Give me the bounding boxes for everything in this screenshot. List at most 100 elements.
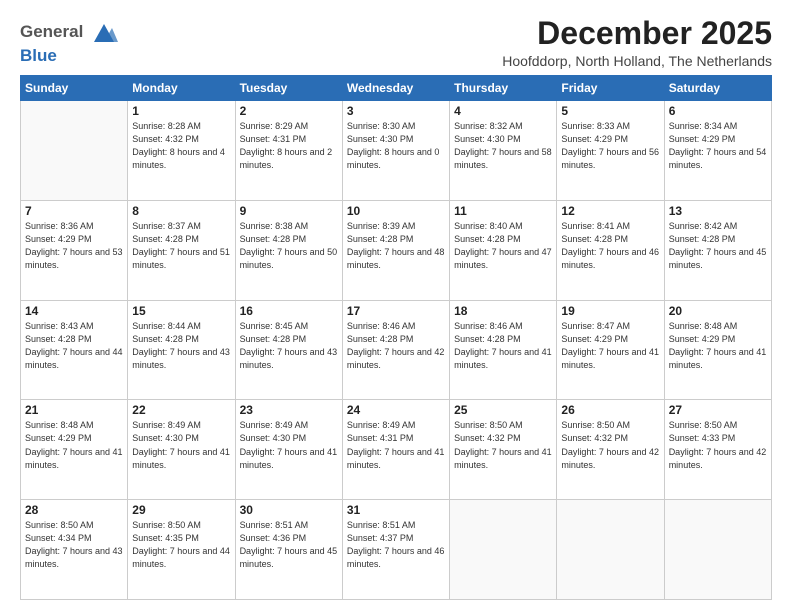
day-number: 21 xyxy=(25,403,123,417)
calendar-cell: 8 Sunrise: 8:37 AMSunset: 4:28 PMDaylight… xyxy=(128,200,235,300)
day-detail: Sunrise: 8:29 AMSunset: 4:31 PMDaylight:… xyxy=(240,120,338,172)
day-number: 13 xyxy=(669,204,767,218)
calendar-cell: 27 Sunrise: 8:50 AMSunset: 4:33 PMDayligh… xyxy=(664,400,771,500)
day-number: 1 xyxy=(132,104,230,118)
calendar-cell: 11 Sunrise: 8:40 AMSunset: 4:28 PMDayligh… xyxy=(450,200,557,300)
day-number: 22 xyxy=(132,403,230,417)
day-detail: Sunrise: 8:33 AMSunset: 4:29 PMDaylight:… xyxy=(561,120,659,172)
day-detail: Sunrise: 8:44 AMSunset: 4:28 PMDaylight:… xyxy=(132,320,230,372)
day-number: 18 xyxy=(454,304,552,318)
logo-icon xyxy=(90,18,118,46)
calendar-week-row: 7 Sunrise: 8:36 AMSunset: 4:29 PMDaylight… xyxy=(21,200,772,300)
day-number: 23 xyxy=(240,403,338,417)
calendar-cell: 18 Sunrise: 8:46 AMSunset: 4:28 PMDayligh… xyxy=(450,300,557,400)
calendar-cell: 21 Sunrise: 8:48 AMSunset: 4:29 PMDayligh… xyxy=(21,400,128,500)
calendar-cell: 30Sunrise: 8:51 AMSunset: 4:36 PMDayligh… xyxy=(235,500,342,600)
day-detail: Sunrise: 8:45 AMSunset: 4:28 PMDaylight:… xyxy=(240,320,338,372)
logo: General Blue xyxy=(20,20,118,66)
day-detail: Sunrise: 8:50 AMSunset: 4:35 PMDaylight:… xyxy=(132,519,230,571)
calendar-cell: 10 Sunrise: 8:39 AMSunset: 4:28 PMDayligh… xyxy=(342,200,449,300)
header: General Blue December 2025 Hoofddorp, No… xyxy=(20,16,772,69)
day-number: 12 xyxy=(561,204,659,218)
day-detail: Sunrise: 8:30 AMSunset: 4:30 PMDaylight:… xyxy=(347,120,445,172)
day-detail: Sunrise: 8:36 AMSunset: 4:29 PMDaylight:… xyxy=(25,220,123,272)
calendar-cell: 15 Sunrise: 8:44 AMSunset: 4:28 PMDayligh… xyxy=(128,300,235,400)
calendar-cell: 25 Sunrise: 8:50 AMSunset: 4:32 PMDayligh… xyxy=(450,400,557,500)
day-number: 15 xyxy=(132,304,230,318)
header-saturday: Saturday xyxy=(664,76,771,101)
calendar-cell: 9 Sunrise: 8:38 AMSunset: 4:28 PMDaylight… xyxy=(235,200,342,300)
calendar-cell: 17Sunrise: 8:46 AMSunset: 4:28 PMDayligh… xyxy=(342,300,449,400)
calendar-cell: 4 Sunrise: 8:32 AMSunset: 4:30 PMDaylight… xyxy=(450,101,557,201)
calendar-cell: 1 Sunrise: 8:28 AMSunset: 4:32 PMDaylight… xyxy=(128,101,235,201)
calendar-cell: 12 Sunrise: 8:41 AMSunset: 4:28 PMDayligh… xyxy=(557,200,664,300)
day-detail: Sunrise: 8:50 AMSunset: 4:34 PMDaylight:… xyxy=(25,519,123,571)
calendar-cell: 2 Sunrise: 8:29 AMSunset: 4:31 PMDaylight… xyxy=(235,101,342,201)
calendar-cell: 20 Sunrise: 8:48 AMSunset: 4:29 PMDayligh… xyxy=(664,300,771,400)
day-detail: Sunrise: 8:40 AMSunset: 4:28 PMDaylight:… xyxy=(454,220,552,272)
calendar-cell xyxy=(557,500,664,600)
day-detail: Sunrise: 8:49 AMSunset: 4:30 PMDaylight:… xyxy=(132,419,230,471)
calendar-cell: 13 Sunrise: 8:42 AMSunset: 4:28 PMDayligh… xyxy=(664,200,771,300)
calendar-header-row: Sunday Monday Tuesday Wednesday Thursday… xyxy=(21,76,772,101)
header-monday: Monday xyxy=(128,76,235,101)
day-detail: Sunrise: 8:50 AMSunset: 4:32 PMDaylight:… xyxy=(454,419,552,471)
day-number: 27 xyxy=(669,403,767,417)
day-number: 19 xyxy=(561,304,659,318)
day-number: 14 xyxy=(25,304,123,318)
day-detail: Sunrise: 8:46 AMSunset: 4:28 PMDaylight:… xyxy=(454,320,552,372)
day-detail: Sunrise: 8:34 AMSunset: 4:29 PMDaylight:… xyxy=(669,120,767,172)
day-detail: Sunrise: 8:50 AMSunset: 4:33 PMDaylight:… xyxy=(669,419,767,471)
day-detail: Sunrise: 8:42 AMSunset: 4:28 PMDaylight:… xyxy=(669,220,767,272)
day-detail: Sunrise: 8:32 AMSunset: 4:30 PMDaylight:… xyxy=(454,120,552,172)
day-number: 7 xyxy=(25,204,123,218)
day-detail: Sunrise: 8:37 AMSunset: 4:28 PMDaylight:… xyxy=(132,220,230,272)
calendar-cell: 6Sunrise: 8:34 AMSunset: 4:29 PMDaylight… xyxy=(664,101,771,201)
calendar-cell: 16 Sunrise: 8:45 AMSunset: 4:28 PMDayligh… xyxy=(235,300,342,400)
header-tuesday: Tuesday xyxy=(235,76,342,101)
day-detail: Sunrise: 8:47 AMSunset: 4:29 PMDaylight:… xyxy=(561,320,659,372)
day-number: 11 xyxy=(454,204,552,218)
day-number: 10 xyxy=(347,204,445,218)
day-detail: Sunrise: 8:38 AMSunset: 4:28 PMDaylight:… xyxy=(240,220,338,272)
calendar-cell: 19 Sunrise: 8:47 AMSunset: 4:29 PMDayligh… xyxy=(557,300,664,400)
day-detail: Sunrise: 8:43 AMSunset: 4:28 PMDaylight:… xyxy=(25,320,123,372)
logo-blue-text: Blue xyxy=(20,46,57,65)
calendar-cell xyxy=(450,500,557,600)
day-number: 20 xyxy=(669,304,767,318)
calendar-week-row: 1 Sunrise: 8:28 AMSunset: 4:32 PMDaylight… xyxy=(21,101,772,201)
main-title: December 2025 xyxy=(502,16,772,51)
day-detail: Sunrise: 8:49 AMSunset: 4:30 PMDaylight:… xyxy=(240,419,338,471)
calendar-cell: 5 Sunrise: 8:33 AMSunset: 4:29 PMDaylight… xyxy=(557,101,664,201)
logo-general-text: General xyxy=(20,22,83,41)
day-detail: Sunrise: 8:48 AMSunset: 4:29 PMDaylight:… xyxy=(669,320,767,372)
calendar-week-row: 21 Sunrise: 8:48 AMSunset: 4:29 PMDayligh… xyxy=(21,400,772,500)
day-number: 9 xyxy=(240,204,338,218)
day-number: 5 xyxy=(561,104,659,118)
calendar-table: Sunday Monday Tuesday Wednesday Thursday… xyxy=(20,75,772,600)
day-number: 4 xyxy=(454,104,552,118)
day-number: 3 xyxy=(347,104,445,118)
day-number: 24 xyxy=(347,403,445,417)
day-number: 30 xyxy=(240,503,338,517)
calendar-cell xyxy=(21,101,128,201)
calendar-week-row: 14 Sunrise: 8:43 AMSunset: 4:28 PMDayligh… xyxy=(21,300,772,400)
day-number: 8 xyxy=(132,204,230,218)
day-detail: Sunrise: 8:39 AMSunset: 4:28 PMDaylight:… xyxy=(347,220,445,272)
day-number: 16 xyxy=(240,304,338,318)
calendar-cell: 28 Sunrise: 8:50 AMSunset: 4:34 PMDayligh… xyxy=(21,500,128,600)
day-number: 17 xyxy=(347,304,445,318)
calendar-cell: 26Sunrise: 8:50 AMSunset: 4:32 PMDayligh… xyxy=(557,400,664,500)
calendar-week-row: 28 Sunrise: 8:50 AMSunset: 4:34 PMDayligh… xyxy=(21,500,772,600)
day-detail: Sunrise: 8:50 AMSunset: 4:32 PMDaylight:… xyxy=(561,419,659,471)
day-detail: Sunrise: 8:41 AMSunset: 4:28 PMDaylight:… xyxy=(561,220,659,272)
day-number: 25 xyxy=(454,403,552,417)
calendar-cell: 23 Sunrise: 8:49 AMSunset: 4:30 PMDayligh… xyxy=(235,400,342,500)
day-number: 28 xyxy=(25,503,123,517)
calendar-cell: 7 Sunrise: 8:36 AMSunset: 4:29 PMDaylight… xyxy=(21,200,128,300)
day-detail: Sunrise: 8:28 AMSunset: 4:32 PMDaylight:… xyxy=(132,120,230,172)
calendar-cell: 22 Sunrise: 8:49 AMSunset: 4:30 PMDayligh… xyxy=(128,400,235,500)
day-detail: Sunrise: 8:48 AMSunset: 4:29 PMDaylight:… xyxy=(25,419,123,471)
day-number: 2 xyxy=(240,104,338,118)
title-block: December 2025 Hoofddorp, North Holland, … xyxy=(502,16,772,69)
